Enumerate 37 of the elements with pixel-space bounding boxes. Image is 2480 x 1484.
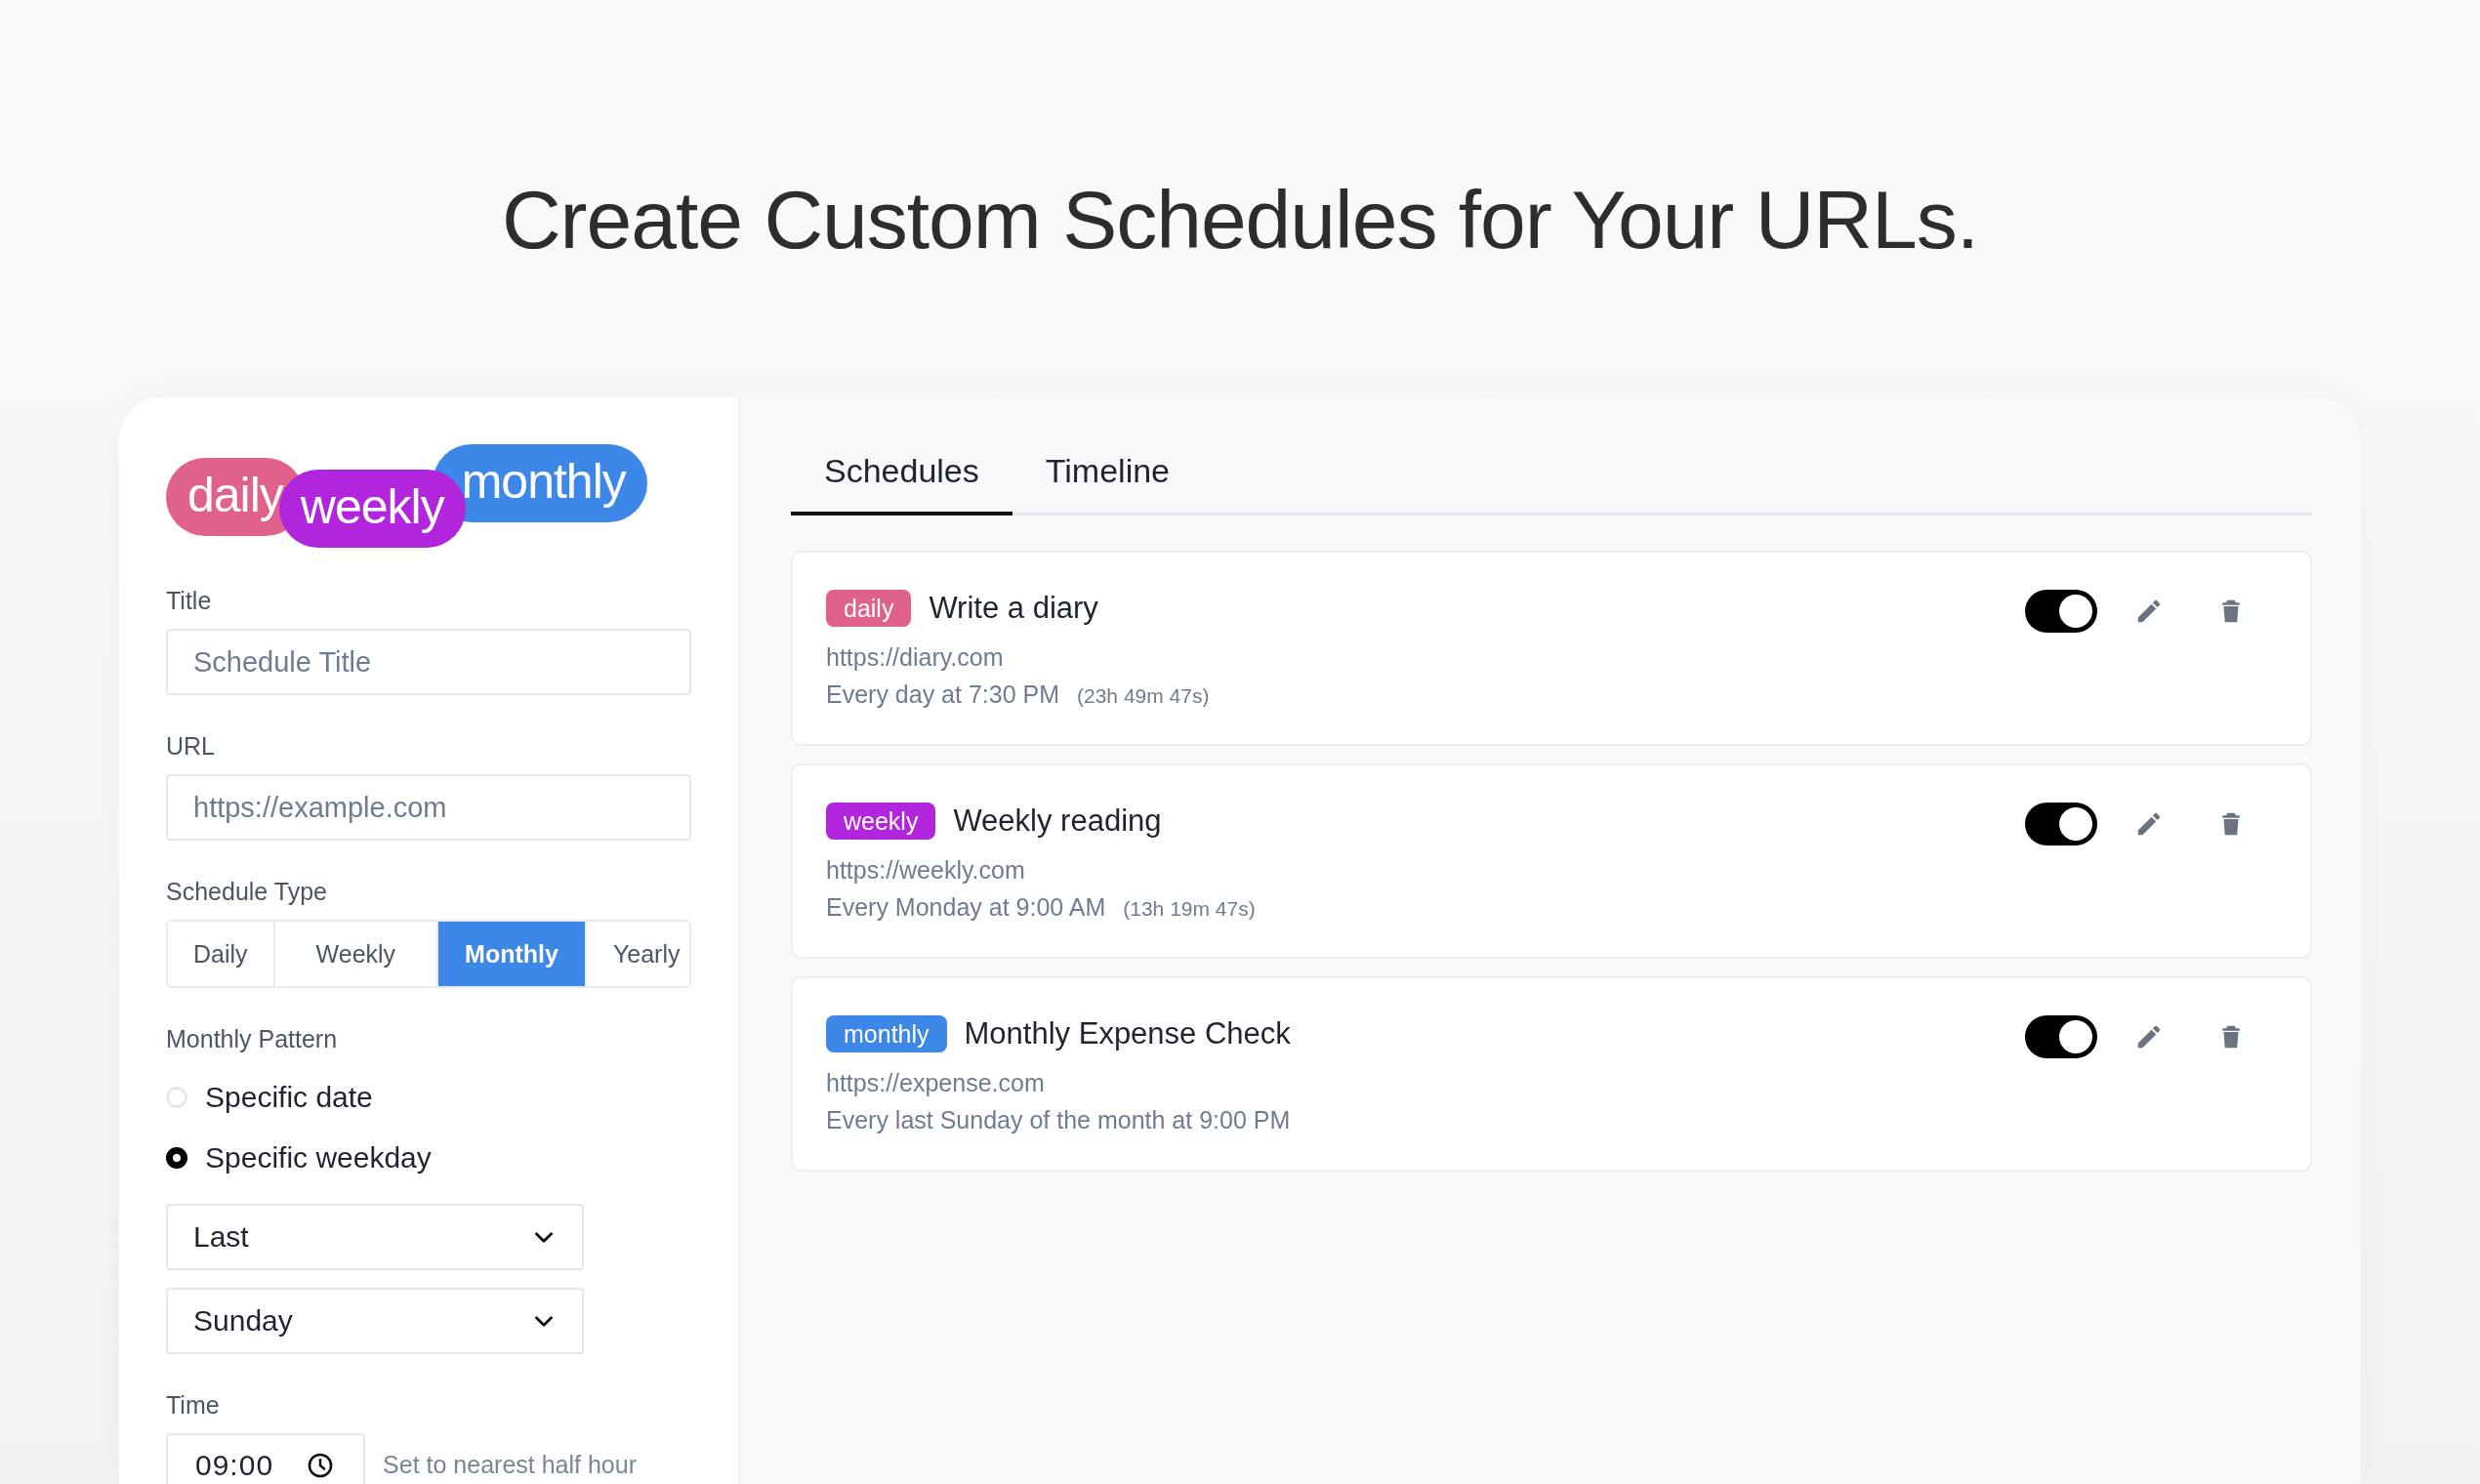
schedule-time: Every Monday at 9:00 AM: [826, 892, 1106, 923]
schedule-title: Monthly Expense Check: [964, 1016, 1291, 1051]
field-label: Title: [166, 587, 213, 615]
time-input[interactable]: 09:00: [166, 1433, 366, 1484]
field-label: Schedule Type: [166, 878, 328, 906]
schedule-type-option[interactable]: Daily: [168, 922, 275, 986]
hint-text: Set to nearest half hour: [383, 1450, 637, 1479]
toggle-switch[interactable]: [2025, 803, 2097, 845]
schedule-title: Write a diary: [929, 591, 1098, 626]
type-tag: weekly: [826, 803, 936, 840]
field-label: Time: [166, 1391, 221, 1420]
schedule-url: https://expense.com: [826, 1068, 1046, 1098]
countdown-text: (23h 49m 47s): [1077, 684, 1210, 708]
type-tag: daily: [826, 590, 912, 627]
countdown-text: (13h 19m 47s): [1123, 897, 1256, 921]
radio-label[interactable]: Specific date: [205, 1081, 373, 1114]
schedule-title: Weekly reading: [953, 804, 1162, 839]
page-heading: Create Custom Schedules for Your URLs.: [500, 173, 1980, 268]
toggle-switch[interactable]: [2025, 590, 2097, 633]
schedule-url: https://diary.com: [826, 642, 1005, 673]
schedule-time: Every day at 7:30 PM: [826, 680, 1059, 710]
tab[interactable]: Timeline: [1012, 436, 1203, 515]
type-tag: monthly: [826, 1015, 947, 1052]
tab[interactable]: Schedules: [791, 436, 1013, 515]
dropdown[interactable]: Last: [166, 1204, 584, 1270]
field-label: Monthly Pattern: [166, 1025, 339, 1053]
url-input[interactable]: https://example.com: [166, 774, 691, 841]
dropdown[interactable]: Sunday: [166, 1288, 584, 1354]
clock-icon: [307, 1452, 335, 1479]
toggle-switch[interactable]: [2025, 1015, 2097, 1058]
title-input[interactable]: Schedule Title: [166, 629, 691, 695]
radio-label[interactable]: Specific weekday: [205, 1141, 432, 1175]
field-label: URL: [166, 732, 216, 761]
radio-button[interactable]: [166, 1147, 187, 1169]
schedule-time: Every last Sunday of the month at 9:00 PM: [826, 1105, 1291, 1135]
schedule-url: https://weekly.com: [826, 855, 1026, 886]
schedule-type-option[interactable]: Monthly: [438, 922, 587, 986]
